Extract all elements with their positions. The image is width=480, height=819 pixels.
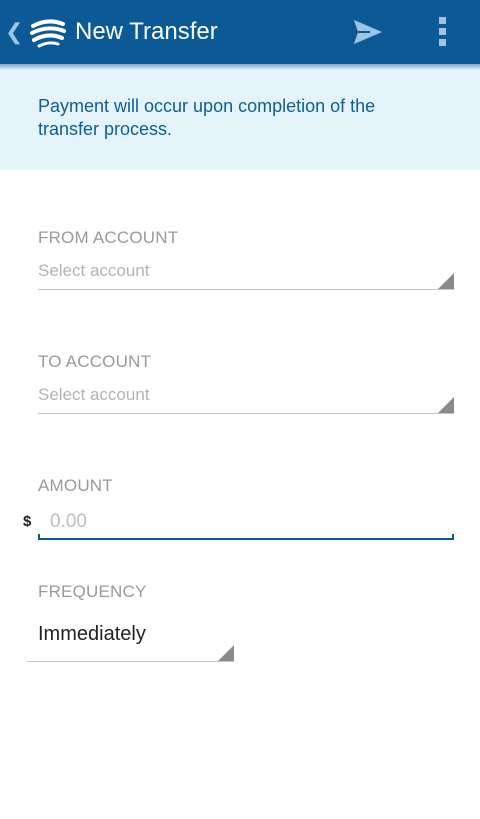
- chevron-left-icon[interactable]: ❮: [5, 18, 23, 46]
- app-bar: ❮ New Transfer: [0, 0, 480, 64]
- from-account-spinner[interactable]: Select account: [38, 259, 454, 290]
- amount-input[interactable]: [38, 506, 454, 540]
- send-icon[interactable]: [350, 16, 386, 48]
- dropdown-triangle-icon: [218, 645, 234, 661]
- to-account-spinner[interactable]: Select account: [38, 383, 454, 414]
- from-account-placeholder: Select account: [38, 261, 150, 280]
- overflow-menu-icon[interactable]: [432, 14, 454, 50]
- frequency-spinner[interactable]: Immediately: [27, 618, 234, 662]
- appbar-shadow: [0, 64, 480, 70]
- frequency-label: FREQUENCY: [38, 582, 147, 601]
- dropdown-triangle-icon: [438, 273, 454, 289]
- to-account-label: TO ACCOUNT: [38, 352, 152, 371]
- info-banner-text: Payment will occur upon completion of th…: [38, 96, 376, 139]
- page-title: New Transfer: [75, 18, 218, 45]
- bank-logo-icon[interactable]: [29, 14, 67, 50]
- dropdown-triangle-icon: [438, 397, 454, 413]
- from-account-label: FROM ACCOUNT: [38, 228, 179, 247]
- to-account-placeholder: Select account: [38, 385, 150, 404]
- currency-symbol: $: [23, 513, 32, 530]
- frequency-value: Immediately: [38, 623, 146, 645]
- amount-label: AMOUNT: [38, 476, 113, 495]
